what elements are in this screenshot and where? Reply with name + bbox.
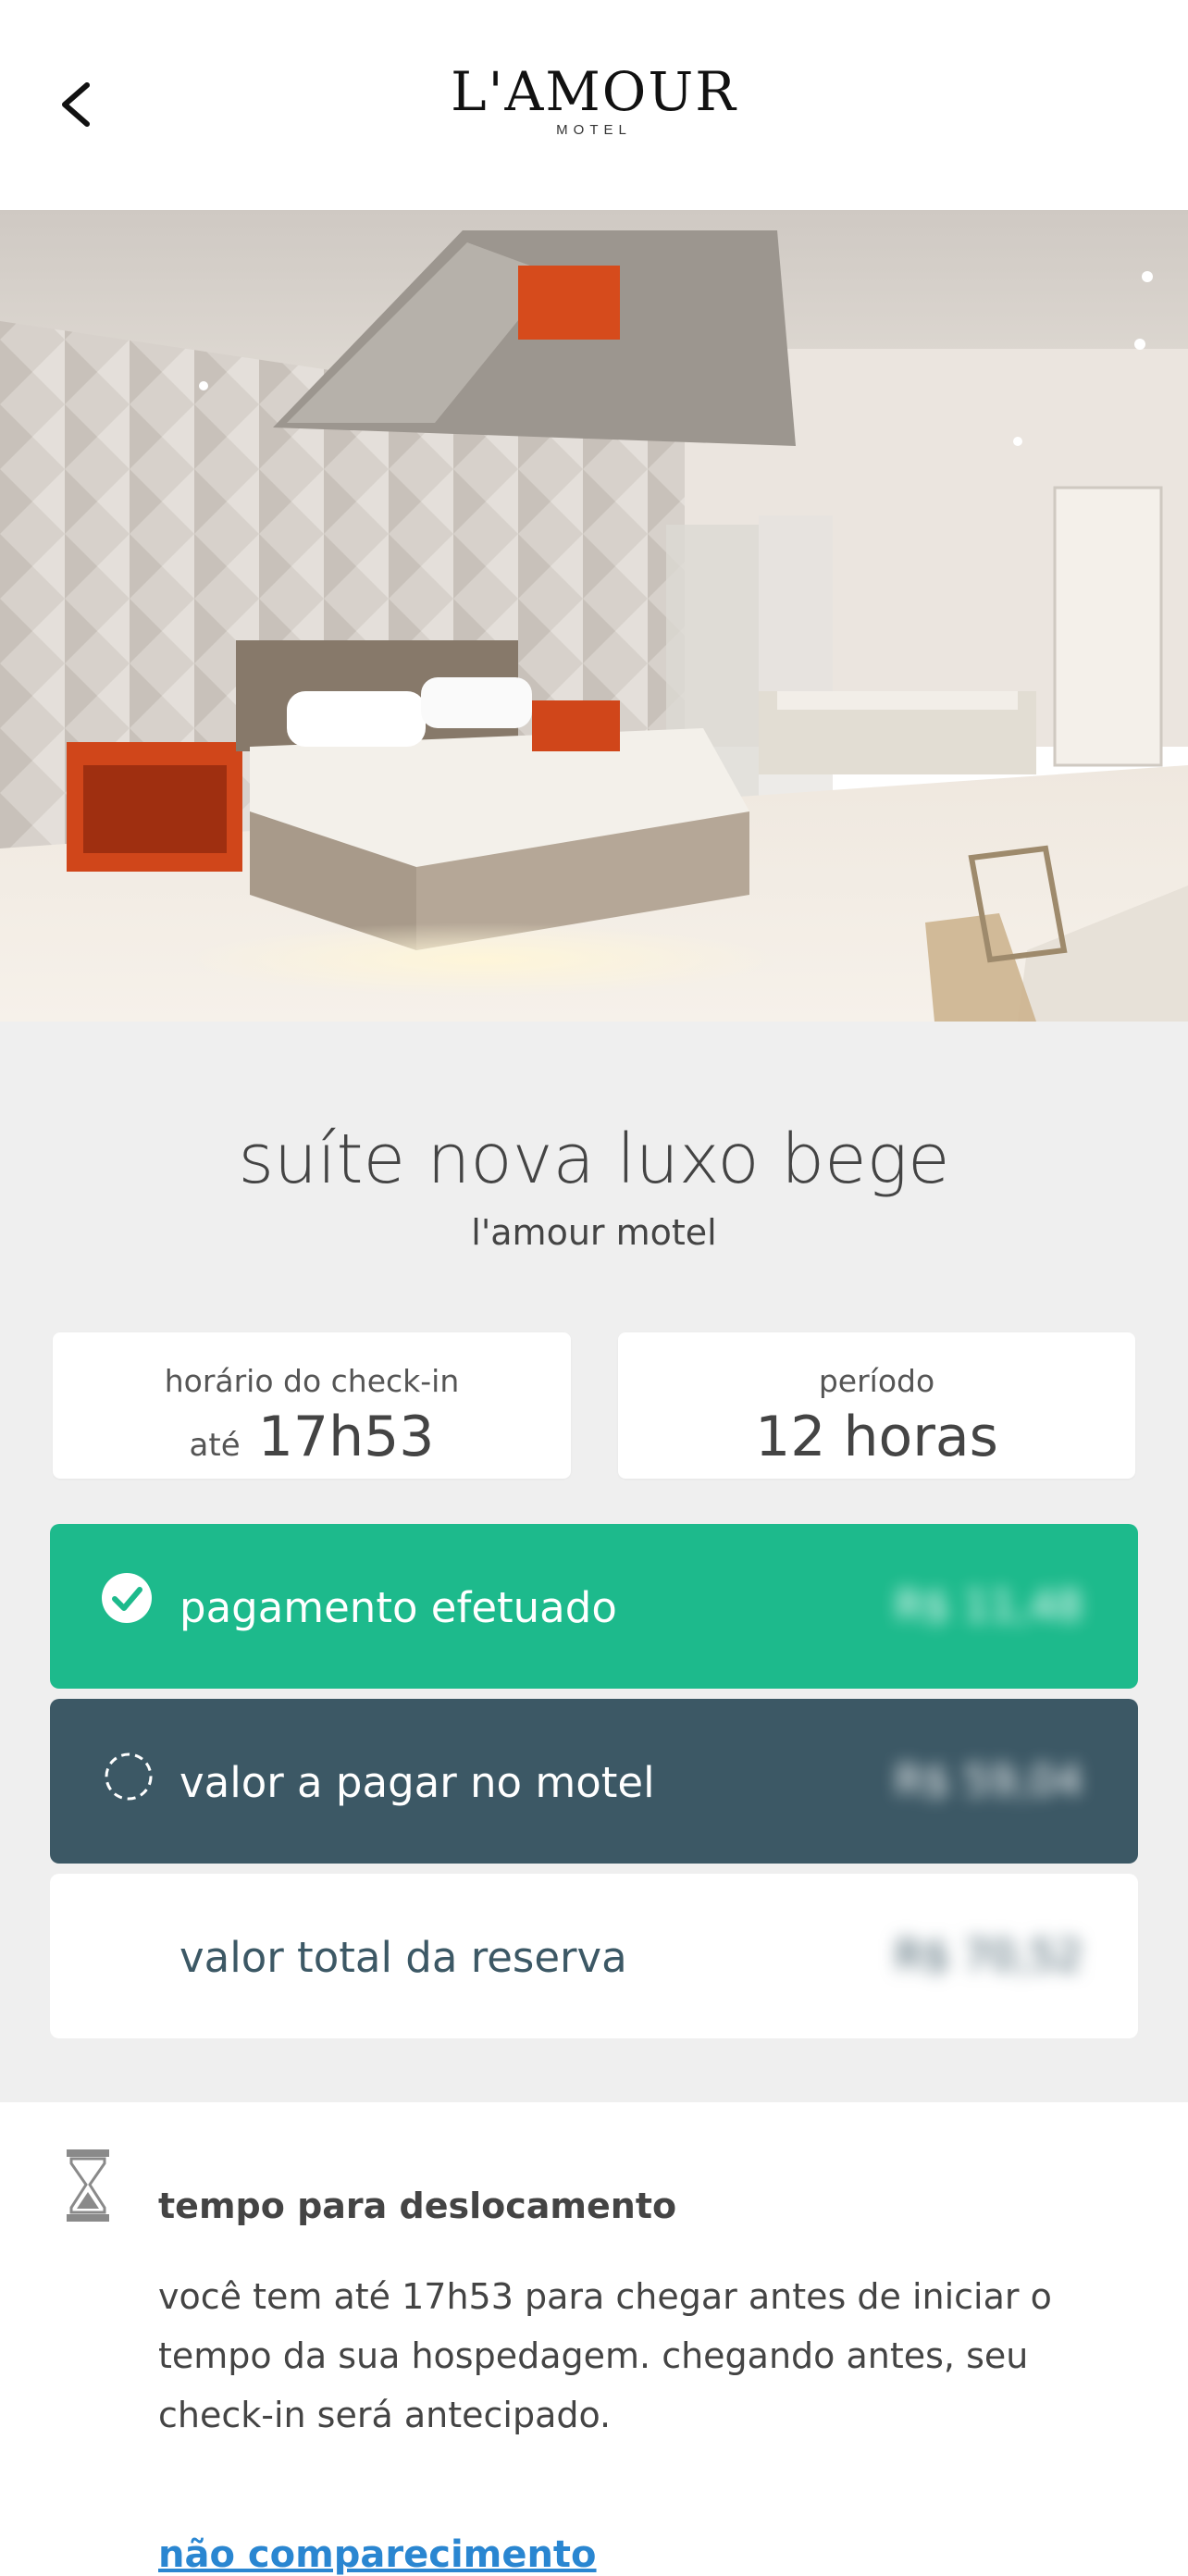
logo-sub-text: MOTEL bbox=[556, 122, 632, 138]
travel-time-title: tempo para deslocamento bbox=[158, 2186, 677, 2226]
check-circle-icon bbox=[102, 1573, 152, 1623]
payment-total-label: valor total da reserva bbox=[179, 1933, 627, 1982]
travel-time-text: você tem até 17h53 para chegar antes de … bbox=[158, 2276, 1052, 2435]
app-header: L'AMOUR MOTEL bbox=[0, 0, 1188, 210]
checkin-prefix: até bbox=[189, 1427, 241, 1464]
payment-row-total: valor total da reserva R$ 70,52 bbox=[50, 1874, 1138, 2038]
dashed-circle-icon bbox=[105, 1752, 153, 1801]
suite-photo bbox=[0, 210, 1188, 1022]
payment-total-amount: R$ 70,52 bbox=[894, 1931, 1083, 1980]
periodo-label: período bbox=[818, 1363, 935, 1399]
periodo-value: 12 horas bbox=[755, 1405, 998, 1469]
checkin-card: horário do check-in até 17h53 bbox=[53, 1332, 571, 1479]
checkin-value: até 17h53 bbox=[53, 1405, 571, 1469]
payment-row-paid: pagamento efetuado R$ 11,48 bbox=[50, 1524, 1138, 1689]
payment-due-amount: R$ 59,04 bbox=[894, 1756, 1083, 1805]
suite-name: suíte nova luxo bege bbox=[238, 1120, 950, 1199]
hourglass-icon bbox=[67, 2149, 109, 2222]
motel-name: l'amour motel bbox=[471, 1212, 717, 1253]
checkin-label: horário do check-in bbox=[164, 1363, 460, 1399]
brand-logo: L'AMOUR MOTEL bbox=[0, 65, 1188, 138]
payment-paid-label: pagamento efetuado bbox=[179, 1583, 617, 1632]
periodo-card: período 12 horas bbox=[618, 1332, 1135, 1479]
payment-paid-amount: R$ 11,48 bbox=[894, 1581, 1083, 1630]
checkin-time: 17h53 bbox=[257, 1405, 435, 1469]
no-show-link[interactable]: não comparecimento bbox=[158, 2533, 597, 2576]
logo-main-text: L'AMOUR bbox=[451, 60, 737, 123]
payment-row-due: valor a pagar no motel R$ 59,04 bbox=[50, 1699, 1138, 1864]
payment-due-label: valor a pagar no motel bbox=[179, 1758, 655, 1807]
